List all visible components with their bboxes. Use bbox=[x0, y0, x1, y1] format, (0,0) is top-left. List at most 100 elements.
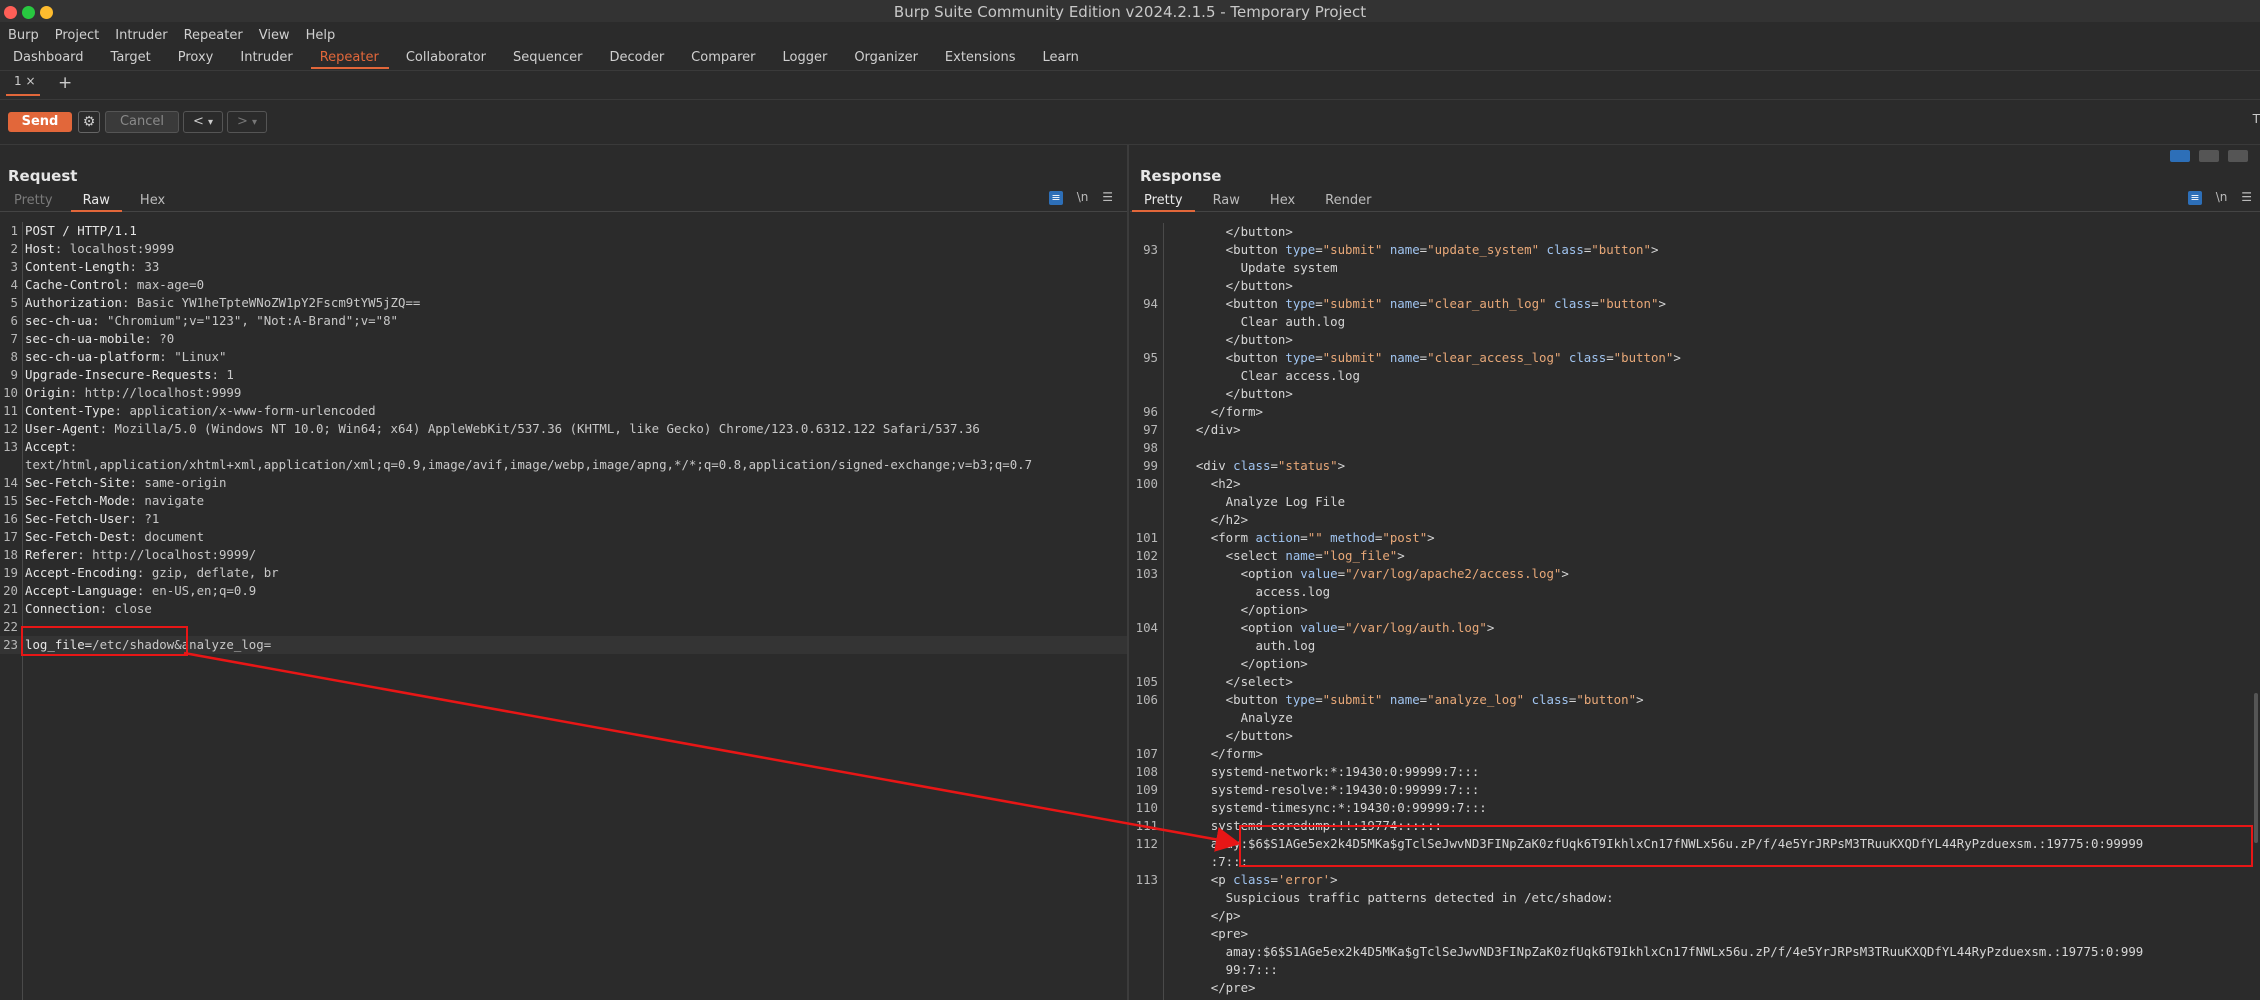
menu-bar: Burp Project Intruder Repeater View Help bbox=[0, 24, 2260, 46]
line-number: 107 bbox=[1135, 746, 1158, 761]
line-content: Suspicious traffic patterns detected in … bbox=[1166, 890, 1614, 905]
header-name: Connection bbox=[25, 601, 100, 616]
response-title: Response bbox=[1140, 167, 1222, 185]
repeater-tab-1[interactable]: 1 × bbox=[6, 74, 40, 96]
header-value: : bbox=[69, 439, 78, 454]
line-content: Content-Type: application/x-www-form-url… bbox=[25, 402, 376, 420]
response-line: </button> bbox=[1130, 727, 2260, 745]
line-number: 99 bbox=[1143, 458, 1158, 473]
request-tab-hex[interactable]: Hex bbox=[128, 190, 177, 211]
panel-divider[interactable] bbox=[1127, 145, 1129, 1000]
request-tab-raw[interactable]: Raw bbox=[70, 190, 123, 212]
menu-repeater[interactable]: Repeater bbox=[176, 26, 251, 43]
tab-organizer[interactable]: Organizer bbox=[841, 46, 932, 69]
response-line: </button> bbox=[1130, 385, 2260, 403]
response-line: amay:$6$S1AGe5ex2k4D5MKa$gTclSeJwvND3FIN… bbox=[1130, 943, 2260, 961]
newline-toggle-icon[interactable]: \n bbox=[2216, 190, 2228, 204]
menu-intruder[interactable]: Intruder bbox=[107, 26, 175, 43]
response-line: 99:7::: bbox=[1130, 961, 2260, 979]
line-number: 14 bbox=[3, 475, 18, 490]
line-content: Origin: http://localhost:9999 bbox=[25, 384, 241, 402]
line-content: access.log bbox=[1166, 584, 1331, 599]
line-content: Authorization: Basic YW1heTpteWNoZW1pY2F… bbox=[25, 294, 420, 312]
tab-logger[interactable]: Logger bbox=[770, 46, 842, 69]
line-content: </form> bbox=[1166, 404, 1263, 419]
tab-decoder[interactable]: Decoder bbox=[596, 46, 678, 69]
response-tab-render[interactable]: Render bbox=[1313, 190, 1383, 211]
request-line: 2 Host: localhost:9999 bbox=[0, 240, 1127, 258]
response-tab-hex[interactable]: Hex bbox=[1258, 190, 1307, 211]
tab-extensions[interactable]: Extensions bbox=[932, 46, 1030, 69]
request-editor-icons: ≡ \n ☰ bbox=[1048, 190, 1113, 205]
request-view-tabs: Pretty Raw Hex bbox=[0, 189, 1127, 212]
response-line: access.log bbox=[1130, 583, 2260, 601]
response-editor[interactable]: </button> 93 <button type="submit" name="… bbox=[1130, 223, 2260, 1000]
line-number: 10 bbox=[3, 385, 18, 400]
tab-collaborator[interactable]: Collaborator bbox=[393, 46, 500, 69]
history-back-button[interactable]: < ▾ bbox=[183, 111, 223, 133]
wrap-lines-icon[interactable]: ≡ bbox=[1048, 191, 1063, 205]
tab-proxy[interactable]: Proxy bbox=[165, 46, 228, 69]
response-line: Analyze Log File bbox=[1130, 493, 2260, 511]
tab-learn[interactable]: Learn bbox=[1030, 46, 1093, 69]
layout-split-icon[interactable] bbox=[2169, 150, 2190, 162]
line-content: </button> bbox=[1166, 224, 1293, 239]
header-value: : same-origin bbox=[129, 475, 227, 490]
request-line: 1 POST / HTTP/1.1 bbox=[0, 222, 1127, 240]
header-name: sec-ch-ua-mobile bbox=[25, 331, 145, 346]
layout-vertical-icon[interactable] bbox=[2198, 150, 2219, 162]
header-name: Cache-Control bbox=[25, 277, 122, 292]
history-forward-button[interactable]: > ▾ bbox=[227, 111, 267, 133]
response-line: 109 systemd-resolve:*:19430:0:99999:7::: bbox=[1130, 781, 2260, 799]
editor-menu-icon[interactable]: ☰ bbox=[1102, 190, 1113, 204]
response-line: 104 <option value="/var/log/auth.log"> bbox=[1130, 619, 2260, 637]
tab-dashboard[interactable]: Dashboard bbox=[0, 46, 98, 69]
editor-menu-icon[interactable]: ☰ bbox=[2241, 190, 2252, 204]
header-name: Accept-Encoding bbox=[25, 565, 137, 580]
menu-project[interactable]: Project bbox=[47, 26, 107, 43]
line-content: text/html,application/xhtml+xml,applicat… bbox=[25, 456, 1032, 474]
line-content: Analyze Log File bbox=[1166, 494, 1346, 509]
cancel-button[interactable]: Cancel bbox=[105, 111, 179, 133]
tab-intruder[interactable]: Intruder bbox=[227, 46, 306, 69]
leaked-hash-highlight-box bbox=[1239, 825, 2253, 867]
tab-target[interactable]: Target bbox=[98, 46, 165, 69]
line-number: 105 bbox=[1135, 674, 1158, 689]
line-number: 111 bbox=[1135, 818, 1158, 833]
tab-sequencer[interactable]: Sequencer bbox=[500, 46, 596, 69]
response-line: </p> bbox=[1130, 907, 2260, 925]
line-content: Sec-Fetch-Site: same-origin bbox=[25, 474, 226, 492]
tab-repeater[interactable]: Repeater bbox=[307, 46, 393, 69]
chevron-down-icon: ▾ bbox=[252, 117, 258, 128]
line-number: 1 bbox=[10, 223, 18, 238]
response-tab-pretty[interactable]: Pretty bbox=[1132, 190, 1195, 212]
line-number: 18 bbox=[3, 547, 18, 562]
request-editor[interactable]: 1 POST / HTTP/1.1 2 Host: localhost:9999 3 Co… bbox=[0, 222, 1127, 1000]
request-tab-pretty[interactable]: Pretty bbox=[2, 190, 65, 211]
scrollbar[interactable] bbox=[2254, 693, 2258, 843]
response-tab-raw[interactable]: Raw bbox=[1201, 190, 1252, 211]
line-number: 96 bbox=[1143, 404, 1158, 419]
request-line: 5 Authorization: Basic YW1heTpteWNoZW1pY2… bbox=[0, 294, 1127, 312]
response-line: 98 bbox=[1130, 439, 2260, 457]
response-line: Suspicious traffic patterns detected in … bbox=[1130, 889, 2260, 907]
chevron-down-icon: ▾ bbox=[208, 117, 214, 128]
request-lines: 1 POST / HTTP/1.1 2 Host: localhost:9999 3 Co… bbox=[0, 222, 1127, 654]
request-line: 12 User-Agent: Mozilla/5.0 (Windows NT 10… bbox=[0, 420, 1127, 438]
line-number: 112 bbox=[1135, 836, 1158, 851]
menu-burp[interactable]: Burp bbox=[0, 26, 47, 43]
line-content: Referer: http://localhost:9999/ bbox=[25, 546, 256, 564]
layout-single-icon[interactable] bbox=[2228, 150, 2248, 162]
wrap-lines-icon[interactable]: ≡ bbox=[2187, 191, 2202, 205]
line-content: </button> bbox=[1166, 332, 1293, 347]
menu-view[interactable]: View bbox=[251, 26, 298, 43]
line-content: <option value="/var/log/apache2/access.l… bbox=[1166, 566, 1569, 581]
settings-gear-icon[interactable]: ⚙ bbox=[78, 111, 100, 133]
tab-comparer[interactable]: Comparer bbox=[678, 46, 769, 69]
line-number: 22 bbox=[3, 619, 18, 634]
line-content: systemd-network:*:19430:0:99999:7::: bbox=[1166, 764, 1480, 779]
send-button[interactable]: Send bbox=[8, 112, 72, 132]
add-tab-icon[interactable]: + bbox=[58, 73, 72, 93]
newline-toggle-icon[interactable]: \n bbox=[1077, 190, 1089, 204]
menu-help[interactable]: Help bbox=[298, 26, 344, 43]
